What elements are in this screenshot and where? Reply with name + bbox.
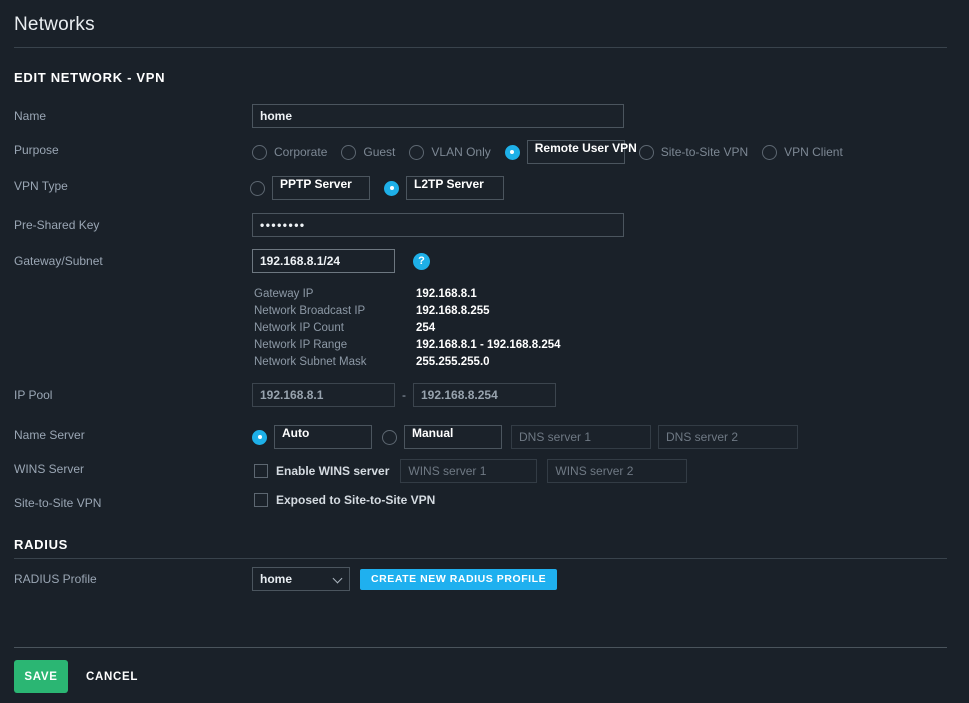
info-value: 254 (416, 322, 436, 334)
label-pre-shared-key: Pre-Shared Key (14, 218, 100, 232)
info-row: Network IP Range 192.168.8.1 - 192.168.8… (254, 337, 561, 354)
purpose-option-label: VPN Client (784, 145, 843, 159)
vpn-type-option-label: L2TP Server (406, 176, 504, 200)
name-server-option-auto[interactable]: Auto (252, 425, 372, 449)
purpose-option-label: VLAN Only (431, 145, 491, 159)
label-wins-server: WINS Server (14, 462, 85, 476)
section-title-edit-network: EDIT NETWORK - VPN (14, 70, 166, 85)
purpose-option-vpn-client[interactable]: VPN Client (762, 144, 843, 160)
network-info-table: Gateway IP 192.168.8.1 Network Broadcast… (254, 286, 561, 371)
info-key: Network IP Range (254, 339, 348, 351)
save-button[interactable]: SAVE (14, 660, 68, 693)
purpose-option-site-to-site-vpn[interactable]: Site-to-Site VPN (638, 144, 749, 160)
gateway-subnet-input[interactable] (252, 249, 395, 273)
name-server-option-label: Manual (404, 425, 502, 449)
radio-selected-icon[interactable] (252, 429, 267, 445)
dns-server-1-input[interactable] (511, 425, 651, 449)
ip-pool-end-input[interactable] (413, 383, 556, 407)
enable-wins-server-label: Enable WINS server (276, 464, 390, 478)
pre-shared-key-input[interactable] (252, 213, 624, 237)
purpose-option-guest[interactable]: Guest (341, 144, 396, 160)
page-title: Networks (14, 14, 95, 35)
radio-selected-icon[interactable] (504, 144, 520, 160)
name-input[interactable] (252, 104, 624, 128)
radio-icon[interactable] (638, 144, 654, 160)
help-icon[interactable]: ? (413, 252, 430, 270)
info-row: Network IP Count 254 (254, 320, 561, 337)
section-title-radius: RADIUS (14, 537, 69, 552)
info-key: Network Subnet Mask (254, 356, 367, 368)
radio-icon[interactable] (341, 144, 357, 160)
purpose-option-label: Remote User VPN (526, 140, 637, 164)
wins-server-2-input[interactable] (547, 459, 688, 483)
exposed-to-site-to-site-vpn-checkbox[interactable] (254, 493, 268, 507)
label-vpn-type: VPN Type (14, 179, 68, 193)
name-server-option-manual[interactable]: Manual (382, 425, 502, 449)
info-value: 192.168.8.1 - 192.168.8.254 (416, 339, 561, 351)
radio-selected-icon[interactable] (384, 180, 399, 196)
label-name-server: Name Server (14, 428, 85, 442)
footer-divider (14, 647, 947, 648)
name-server-option-label: Auto (274, 425, 372, 449)
purpose-option-label: Site-to-Site VPN (660, 145, 749, 159)
purpose-option-corporate[interactable]: Corporate (252, 144, 328, 160)
cancel-button[interactable]: CANCEL (86, 660, 138, 693)
label-site-to-site-vpn: Site-to-Site VPN (14, 496, 102, 510)
radius-divider (14, 558, 947, 559)
header-divider (14, 47, 947, 48)
ip-pool-separator: - (402, 388, 406, 402)
info-row: Gateway IP 192.168.8.1 (254, 286, 561, 303)
networks-page: Networks EDIT NETWORK - VPN Name Purpose… (0, 0, 969, 703)
wins-server-1-input[interactable] (400, 459, 538, 483)
purpose-option-vlan-only[interactable]: VLAN Only (409, 144, 491, 160)
radio-icon[interactable] (382, 429, 397, 445)
info-value: 192.168.8.255 (416, 305, 490, 317)
label-radius-profile: RADIUS Profile (14, 572, 97, 586)
radio-icon[interactable] (250, 180, 265, 196)
label-gateway-subnet: Gateway/Subnet (14, 254, 103, 268)
info-row: Network Broadcast IP 192.168.8.255 (254, 303, 561, 320)
dns-server-2-input[interactable] (658, 425, 798, 449)
info-value: 255.255.255.0 (416, 356, 490, 368)
info-row: Network Subnet Mask 255.255.255.0 (254, 354, 561, 371)
exposed-to-site-to-site-vpn-label: Exposed to Site-to-Site VPN (276, 493, 436, 507)
info-value: 192.168.8.1 (416, 288, 477, 300)
vpn-type-option-pptp-server[interactable]: PPTP Server (250, 176, 370, 200)
vpn-type-option-l2tp-server[interactable]: L2TP Server (384, 176, 504, 200)
vpn-type-radio-group: PPTP Server L2TP Server (250, 176, 504, 200)
radio-icon[interactable] (409, 144, 425, 160)
info-key: Network IP Count (254, 322, 344, 334)
vpn-type-option-label: PPTP Server (272, 176, 370, 200)
radio-icon[interactable] (252, 144, 267, 160)
purpose-option-label: Corporate (274, 145, 328, 159)
info-key: Network Broadcast IP (254, 305, 366, 317)
enable-wins-server-checkbox[interactable] (254, 464, 268, 478)
radio-icon[interactable] (762, 144, 778, 160)
create-new-radius-profile-button[interactable]: CREATE NEW RADIUS PROFILE (360, 568, 558, 590)
radius-profile-select-wrapper: home (252, 567, 350, 591)
label-ip-pool: IP Pool (14, 388, 53, 402)
purpose-option-remote-user-vpn[interactable]: Remote User VPN (504, 140, 637, 164)
purpose-option-label: Guest (363, 145, 396, 159)
info-key: Gateway IP (254, 288, 314, 300)
label-name: Name (14, 109, 47, 123)
radius-profile-select[interactable]: home (252, 567, 350, 591)
label-purpose: Purpose (14, 143, 59, 157)
purpose-radio-group: Corporate Guest VLAN Only Remote User VP… (252, 140, 843, 164)
ip-pool-start-input[interactable] (252, 383, 395, 407)
